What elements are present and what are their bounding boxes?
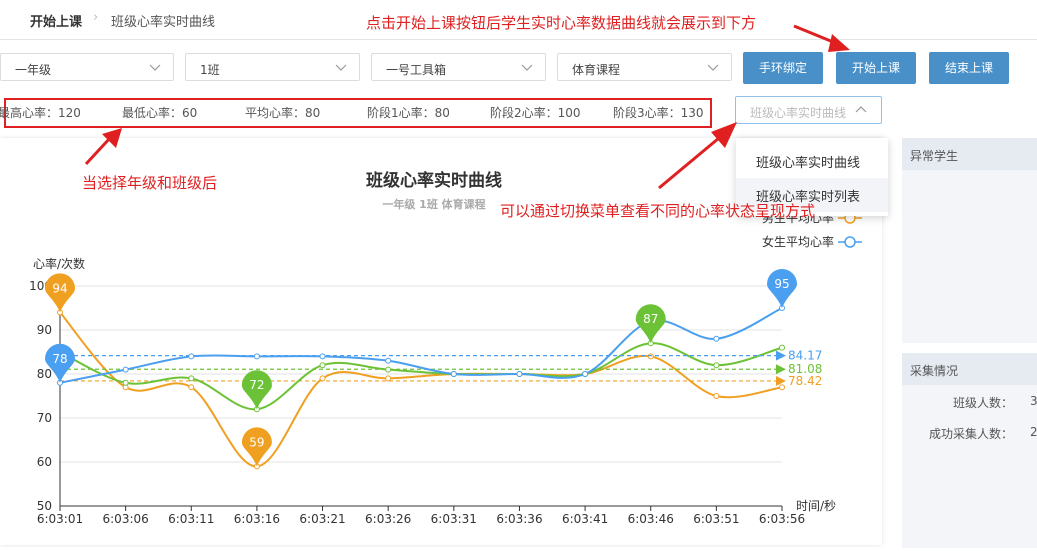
- female-point: [713, 335, 720, 342]
- male-point: [319, 362, 326, 369]
- male-point: [385, 366, 392, 373]
- x-tick-label: 6:03:21: [299, 512, 345, 526]
- breadcrumb-separator-icon: ›: [93, 10, 99, 25]
- x-tick-label: 6:03:36: [496, 512, 542, 526]
- stat-min: 最低心率：60: [122, 106, 198, 120]
- avg-point: [188, 384, 195, 391]
- female-point: [122, 366, 129, 373]
- class-count-label: 班级人数：: [953, 396, 1014, 410]
- x-tick-label: 6:03:46: [628, 512, 674, 526]
- female-mark-arrow: [776, 350, 786, 361]
- course-select-value: 体育课程: [572, 63, 621, 77]
- chart-subtitle: 一年级 1班 体育课程: [382, 197, 485, 211]
- avg-point: [319, 375, 326, 382]
- y-tick-label: 50: [37, 499, 52, 513]
- y-tick-label: 60: [37, 455, 52, 469]
- avg-point: [385, 375, 392, 382]
- abnormal-students-title: 异常学生: [902, 138, 1037, 170]
- avg-pin-label: 59: [249, 435, 264, 449]
- male-pin-label: 72: [249, 378, 264, 392]
- female-pin-label: 78: [52, 352, 67, 366]
- x-tick-label: 6:03:11: [168, 512, 214, 526]
- annotation-top: 点击开始上课按钮后学生实时心率数据曲线就会展示到下方: [366, 14, 757, 32]
- x-tick-label: 6:03:06: [103, 512, 149, 526]
- chevron-down-icon: [521, 64, 533, 71]
- avg-point: [779, 384, 785, 391]
- female-point: [253, 353, 260, 360]
- breadcrumb-home[interactable]: 开始上课: [30, 11, 82, 30]
- female-point: [188, 353, 195, 360]
- chevron-down-icon: [335, 64, 347, 71]
- x-tick-label: 6:03:26: [365, 512, 411, 526]
- view-mode-option-curve[interactable]: 班级心率实时曲线: [736, 144, 888, 178]
- stat-max: 最高心率：120: [0, 106, 81, 120]
- chevron-down-icon: [149, 64, 161, 71]
- success-count-label: 成功采集人数：: [929, 427, 1014, 441]
- grade-select-value: 一年级: [15, 63, 52, 77]
- class-select[interactable]: 1班: [185, 53, 360, 81]
- male-mark-arrow: [776, 364, 786, 375]
- stats-highlight-box: [4, 98, 712, 128]
- class-count-value: 3: [1030, 394, 1037, 408]
- male-point: [713, 362, 720, 369]
- annotation-left: 当选择年级和班级后: [82, 174, 218, 192]
- male-point: [122, 379, 129, 386]
- annotation-middle: 可以通过切换菜单查看不同的心率状态呈现方式: [500, 202, 816, 220]
- avg-point: [647, 353, 654, 360]
- stat-stage1: 阶段1心率：80: [367, 106, 450, 120]
- female-point: [582, 371, 589, 377]
- view-mode-select[interactable]: 班级心率实时曲线: [735, 96, 882, 124]
- female-point: [450, 371, 457, 377]
- x-tick-label: 6:03:31: [431, 512, 477, 526]
- class-select-value: 1班: [200, 63, 220, 77]
- x-tick-label: 6:03:56: [759, 512, 805, 526]
- start-class-button[interactable]: 开始上课: [836, 52, 916, 84]
- x-tick-label: 6:03:51: [693, 512, 739, 526]
- grade-select[interactable]: 一年级: [0, 53, 174, 81]
- male-point: [188, 375, 195, 382]
- success-count-value: 2: [1030, 425, 1037, 439]
- female-mark-label: 84.17: [788, 349, 822, 363]
- chevron-down-icon: [707, 64, 719, 71]
- chevron-up-icon: [855, 106, 867, 113]
- female-legend-marker: [844, 236, 856, 248]
- toolbox-select[interactable]: 一号工具箱: [371, 53, 546, 81]
- y-tick-label: 90: [37, 323, 52, 337]
- avg-point: [713, 393, 720, 399]
- y-tick-label: 80: [37, 367, 52, 381]
- female-point: [319, 353, 326, 360]
- annotation-arrow-left: [84, 128, 122, 166]
- annotation-arrow-middle: [658, 122, 737, 190]
- female-legend-label: 女生平均心率: [762, 234, 834, 249]
- y-axis-label: 心率/次数: [33, 256, 85, 271]
- chart-title: 班级心率实时曲线: [366, 170, 502, 191]
- male-pin-label: 87: [643, 312, 658, 326]
- toolbox-select-value: 一号工具箱: [386, 63, 447, 77]
- avg-pin-label: 94: [52, 281, 67, 295]
- avg-series-line: [59, 311, 783, 468]
- male-point: [779, 344, 785, 351]
- x-tick-label: 6:03:01: [37, 512, 83, 526]
- x-tick-label: 6:03:41: [562, 512, 608, 526]
- course-select[interactable]: 体育课程: [557, 53, 732, 81]
- stat-avg: 平均心率：80: [245, 106, 321, 120]
- breadcrumb-current: 班级心率实时曲线: [111, 15, 216, 30]
- stat-stage2: 阶段2心率：100: [490, 106, 581, 120]
- view-mode-placeholder: 班级心率实时曲线: [750, 106, 847, 120]
- end-class-button[interactable]: 结束上课: [929, 52, 1009, 84]
- x-tick-label: 6:03:16: [234, 512, 280, 526]
- male-mark-label: 81.08: [788, 362, 822, 376]
- bind-band-button[interactable]: 手环绑定: [743, 52, 823, 84]
- x-axis-label: 时间/秒: [796, 499, 836, 513]
- collection-title: 采集情况: [902, 353, 1037, 385]
- female-point: [385, 357, 392, 364]
- female-point: [516, 371, 523, 377]
- female-pin-label: 95: [774, 277, 789, 291]
- y-tick-label: 70: [37, 411, 52, 425]
